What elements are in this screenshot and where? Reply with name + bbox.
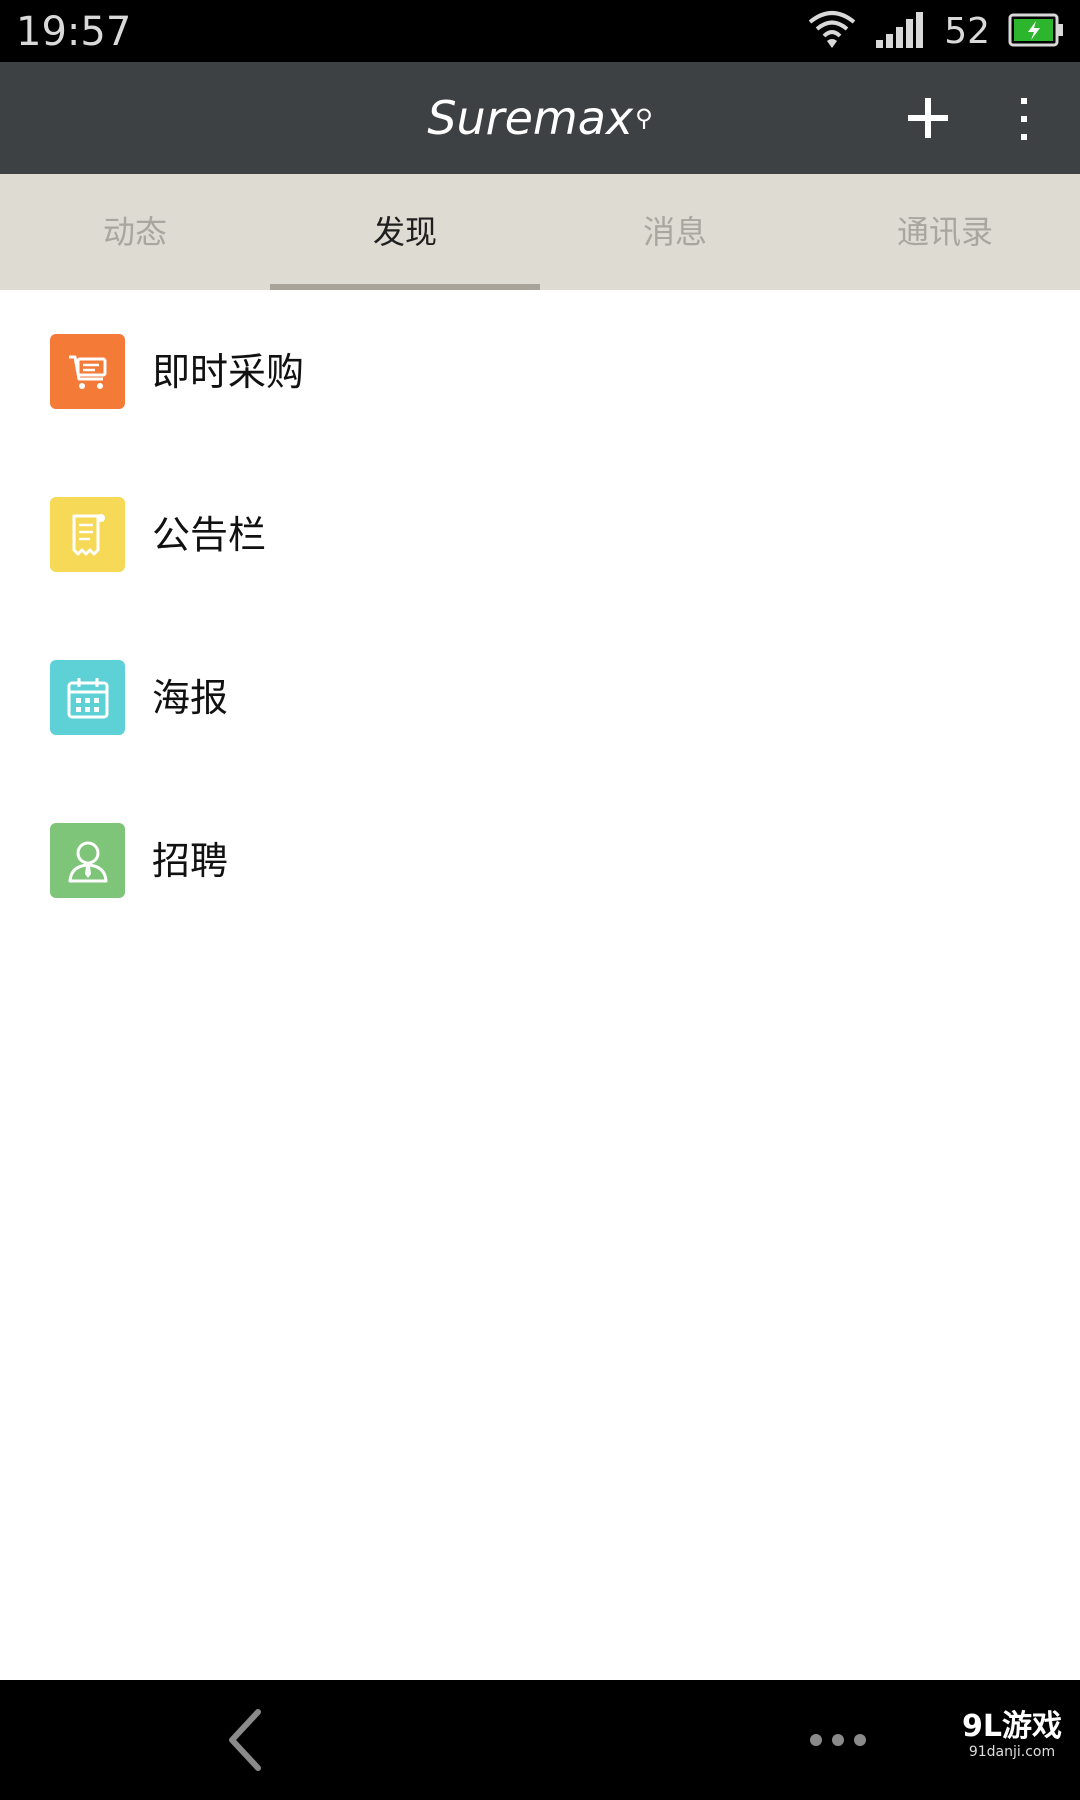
list-item-label: 招聘 bbox=[152, 839, 229, 883]
discover-list: 即时采购 公告栏 海报 招聘 bbox=[0, 290, 1080, 942]
bulletin-note-icon bbox=[50, 497, 125, 572]
status-bar: 19:57 52 bbox=[0, 0, 1080, 62]
add-button[interactable] bbox=[906, 96, 950, 140]
back-button[interactable] bbox=[224, 1708, 264, 1772]
signal-icon bbox=[874, 10, 926, 54]
watermark-sub: 91danji.com bbox=[968, 1744, 1056, 1760]
person-icon bbox=[50, 823, 125, 898]
list-item-bulletin-board[interactable]: 公告栏 bbox=[0, 453, 1080, 616]
watermark-main: 9L游戏 bbox=[962, 1709, 1062, 1744]
list-item-recruitment[interactable]: 招聘 bbox=[0, 779, 1080, 942]
calendar-icon bbox=[50, 660, 125, 735]
list-item-poster[interactable]: 海报 bbox=[0, 616, 1080, 779]
more-options-button[interactable] bbox=[1018, 96, 1030, 142]
watermark-logo: 9L游戏 91danji.com bbox=[962, 1709, 1062, 1761]
back-icon bbox=[229, 1709, 261, 1771]
tab-faxian[interactable]: 发现 bbox=[270, 174, 540, 290]
app-title-text: Suremax bbox=[427, 91, 634, 145]
tab-xiaoxi[interactable]: 消息 bbox=[540, 174, 810, 290]
logo-mark: ⚲ bbox=[635, 104, 653, 132]
wifi-icon bbox=[808, 10, 856, 54]
menu-dots-icon bbox=[810, 1734, 866, 1746]
list-item-label: 即时采购 bbox=[152, 350, 305, 394]
battery-level: 52 bbox=[944, 11, 990, 52]
shopping-cart-icon bbox=[50, 334, 125, 409]
add-icon bbox=[908, 98, 948, 138]
tab-label: 通讯录 bbox=[896, 213, 993, 251]
list-item-label: 公告栏 bbox=[152, 513, 267, 557]
list-item-instant-purchase[interactable]: 即时采购 bbox=[0, 290, 1080, 453]
bottom-nav-bar: 9L游戏 91danji.com bbox=[0, 1680, 1080, 1800]
tab-bar: 动态 发现 消息 通讯录 bbox=[0, 174, 1080, 290]
tab-label: 动态 bbox=[102, 213, 167, 251]
status-icons: 52 bbox=[808, 8, 1064, 56]
list-item-label: 海报 bbox=[152, 676, 229, 720]
more-vert-icon bbox=[1021, 98, 1027, 140]
tab-dongtai[interactable]: 动态 bbox=[0, 174, 270, 290]
app-header: Suremax⚲ bbox=[0, 62, 1080, 174]
menu-button[interactable] bbox=[808, 1732, 868, 1748]
battery-charging-icon bbox=[1008, 13, 1064, 51]
tab-label: 消息 bbox=[642, 213, 707, 251]
status-time: 19:57 bbox=[16, 9, 132, 55]
tab-label: 发现 bbox=[372, 213, 437, 251]
tab-tongxunlu[interactable]: 通讯录 bbox=[810, 174, 1080, 290]
